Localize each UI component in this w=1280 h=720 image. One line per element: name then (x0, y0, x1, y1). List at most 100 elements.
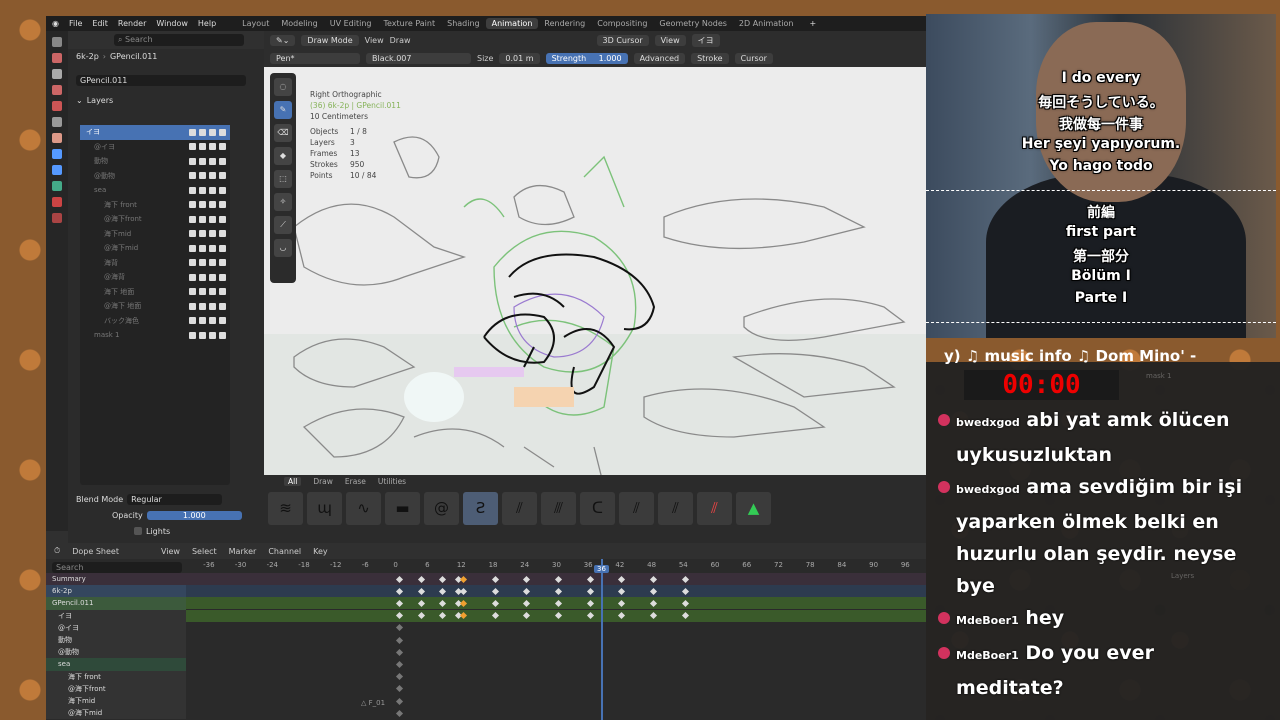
onion-icon[interactable] (219, 273, 226, 281)
marker-label[interactable]: △ F_01 (361, 699, 385, 707)
keyframe[interactable] (681, 599, 689, 607)
layer-row[interactable]: バック海色 (80, 314, 230, 329)
visibility-icon[interactable] (209, 331, 216, 339)
channel-row[interactable]: 海下mid (46, 694, 186, 708)
channel-row[interactable]: @海下front (46, 682, 186, 695)
lock-icon[interactable] (199, 143, 206, 151)
channel-row[interactable]: 動物 (46, 633, 186, 647)
visibility-icon[interactable] (209, 172, 216, 180)
onion-icon[interactable] (219, 201, 226, 209)
onion-icon[interactable] (219, 302, 226, 310)
properties-search[interactable]: ⌕ Search (114, 34, 244, 46)
layer-row[interactable]: sea (80, 183, 230, 198)
strength-slider[interactable]: Strength 1.000 (545, 52, 628, 64)
blend-mode-select[interactable]: Regular (127, 493, 223, 505)
lights-checkbox[interactable] (134, 527, 142, 535)
keyframe[interactable] (586, 587, 594, 595)
keyframe[interactable] (396, 697, 404, 705)
onion-icon[interactable] (219, 230, 226, 238)
keyframe[interactable] (681, 575, 689, 583)
visibility-icon[interactable] (209, 317, 216, 325)
dope-menu-item[interactable]: View (161, 547, 180, 556)
mask-icon[interactable] (189, 128, 196, 136)
keyframe[interactable] (459, 612, 467, 620)
keyframe[interactable] (459, 575, 467, 583)
channel-row[interactable]: Summary (46, 573, 186, 586)
channel-row[interactable]: イヨ (46, 609, 186, 622)
stroke-dropdown[interactable]: Stroke (691, 52, 729, 64)
tint-tool-icon[interactable]: ✧ (274, 193, 292, 211)
brush-select[interactable]: Pen* (270, 52, 360, 64)
draw-menu[interactable]: Draw (390, 36, 411, 45)
layer-row[interactable]: @動物 (80, 169, 230, 184)
chat-username[interactable]: MdeBoer1 (956, 649, 1019, 662)
menu-file[interactable]: File (69, 19, 82, 28)
lock-icon[interactable] (199, 128, 206, 136)
onion-icon[interactable] (219, 128, 226, 136)
view-select[interactable]: View (654, 34, 686, 46)
modifiers-tab-icon[interactable] (52, 149, 62, 159)
visibility-icon[interactable] (209, 244, 216, 252)
brush-dots-icon[interactable]: ⫻ (541, 492, 576, 525)
menu-render[interactable]: Render (118, 19, 146, 28)
onion-icon[interactable] (219, 317, 226, 325)
channel-row[interactable]: 海下 front (46, 670, 186, 683)
keyframe[interactable] (523, 599, 531, 607)
visibility-icon[interactable] (209, 143, 216, 151)
keyframe[interactable] (459, 599, 467, 607)
curve-tool-icon[interactable]: ◡ (274, 239, 292, 257)
mask-icon[interactable] (189, 259, 196, 267)
brush-tab[interactable]: Erase (345, 477, 366, 486)
object-tab-icon[interactable] (52, 133, 62, 143)
keyframe[interactable] (396, 575, 404, 583)
keyframe[interactable] (491, 612, 499, 620)
cutter-tool-icon[interactable]: ⬚ (274, 170, 292, 188)
size-field[interactable]: 0.01 m (499, 52, 540, 64)
layer-row[interactable]: @海背 (80, 270, 230, 285)
erase-tool-icon[interactable]: ⌫ (274, 124, 292, 142)
keyframe[interactable] (438, 587, 446, 595)
mask-icon[interactable] (189, 302, 196, 310)
keyframe[interactable] (438, 612, 446, 620)
layer-row[interactable]: @イヨ (80, 140, 230, 155)
lock-icon[interactable] (199, 259, 206, 267)
eyedropper-tool-icon[interactable]: ⟋ (274, 216, 292, 234)
brush-curve-icon[interactable]: ᑕ (580, 492, 615, 525)
keyframe[interactable] (681, 612, 689, 620)
workspace-tab[interactable]: Layout (236, 18, 275, 29)
lock-icon[interactable] (199, 302, 206, 310)
workspace-tab[interactable]: Compositing (591, 18, 653, 29)
workspace-tab[interactable]: Rendering (538, 18, 591, 29)
layer-row[interactable]: 海背 (80, 256, 230, 271)
brush-tab[interactable]: All (284, 477, 302, 486)
layer-row[interactable]: 海下 front (80, 198, 230, 213)
channel-row[interactable]: GPencil.011 (46, 597, 186, 610)
editor-type-button[interactable]: ✎⌄ (270, 34, 296, 46)
keyframe[interactable] (417, 612, 425, 620)
output-tab-icon[interactable] (52, 69, 62, 79)
lock-icon[interactable] (199, 215, 206, 223)
frame-ruler[interactable]: -36 -30 -24 -18 -12 -6 0 6 12 18 24 30 36 42 48 54 60 66 7… (186, 559, 926, 573)
keyframe[interactable] (650, 599, 658, 607)
dope-menu-item[interactable]: Channel (268, 547, 301, 556)
layer-row[interactable]: @海下front (80, 212, 230, 227)
render-tab-icon[interactable] (52, 53, 62, 63)
material-tab-icon[interactable] (52, 197, 62, 207)
brush-marker-icon[interactable]: ∿ (346, 492, 381, 525)
workspace-tab[interactable]: Modeling (275, 18, 323, 29)
workspace-tab[interactable]: Shading (441, 18, 486, 29)
workspace-tab[interactable]: UV Editing (324, 18, 378, 29)
brush-tab[interactable]: Draw (313, 477, 333, 486)
keyframe[interactable] (650, 612, 658, 620)
keyframe[interactable] (396, 648, 404, 656)
visibility-icon[interactable] (209, 273, 216, 281)
channel-row[interactable]: @イヨ (46, 621, 186, 634)
channel-row[interactable]: 6k-2p (46, 585, 186, 598)
brush-airbrush-icon[interactable]: @ (424, 492, 459, 525)
brush-hatch-icon[interactable]: ⫽ (619, 492, 654, 525)
fx-tab-icon[interactable] (52, 165, 62, 175)
keyframe[interactable] (396, 612, 404, 620)
cursor-dropdown[interactable]: Cursor (734, 52, 773, 64)
brush-scribble-icon[interactable]: ⫽ (502, 492, 537, 525)
data-tab-icon[interactable] (52, 181, 62, 191)
